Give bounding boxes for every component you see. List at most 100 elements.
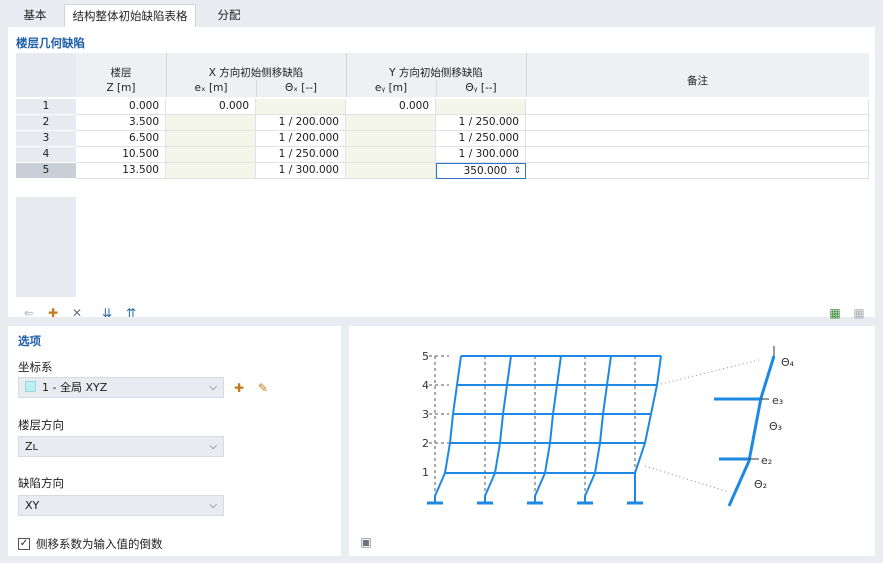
level-label-3: 3: [422, 408, 429, 421]
cell-z[interactable]: 13.500: [76, 163, 166, 179]
coord-color-swatch: [25, 381, 36, 392]
cell-z[interactable]: 3.500: [76, 115, 166, 131]
section-title: 楼层几何缺陷: [16, 36, 85, 50]
e3-label: e₃: [772, 394, 783, 407]
imperfection-direction-label: 缺陷方向: [18, 476, 64, 490]
cell-note[interactable]: [526, 115, 869, 131]
level-label-2: 2: [422, 437, 429, 450]
options-panel: 选项 坐标系 1 - 全局 XYZ ⌵ ✚ ✎ 楼层方向 Zʟ ⌵ 缺陷方向 X…: [8, 326, 341, 556]
theta4-label: Θ₄: [781, 356, 795, 369]
cell-thetax[interactable]: 1 / 300.000: [256, 163, 346, 179]
row-number[interactable]: 3: [16, 131, 76, 147]
row-header-blank: [16, 197, 76, 297]
cell-thetay[interactable]: 1 / 250.000: [436, 131, 526, 147]
reciprocal-checkbox[interactable]: ✓: [18, 538, 30, 550]
frame-structure: [434, 355, 662, 502]
cell-ex[interactable]: [166, 163, 256, 179]
row-number[interactable]: 2: [16, 115, 76, 131]
cell-z-value: 10.500: [122, 148, 159, 160]
cell-note[interactable]: [526, 163, 869, 179]
cell-ex[interactable]: [166, 147, 256, 163]
import-excel-icon[interactable]: ▦: [848, 303, 870, 323]
col-ex-header: eₓ [m]: [194, 82, 228, 94]
cell-ey[interactable]: [346, 131, 436, 147]
spinner-icon[interactable]: ⇕: [513, 164, 521, 179]
cell-ey-value: 0.000: [398, 100, 429, 112]
col-thetay-header: Θᵧ [--]: [465, 82, 497, 94]
view-settings-icon[interactable]: ▣: [355, 531, 377, 552]
cell-ex[interactable]: [166, 115, 256, 131]
imperfection-diagram: 5 4 3 2 1 Θ₄ e₃ Θ₃ e₂ Θ₂: [422, 346, 795, 507]
col-z-header: Z [m]: [106, 82, 136, 94]
imperfection-direction-select[interactable]: XY ⌵: [18, 495, 224, 516]
level-labels: 5 4 3 2 1: [422, 350, 429, 479]
coord-system-value: 1 - 全局 XYZ: [42, 381, 108, 394]
row-number[interactable]: 5: [16, 163, 76, 179]
remove-row-icon[interactable]: ⇐: [18, 303, 40, 323]
cell-thetax[interactable]: [256, 99, 346, 115]
cell-thetay[interactable]: 1 / 300.000: [436, 147, 526, 163]
cell-thetax-value: 1 / 200.000: [278, 132, 339, 144]
cell-thetax-value: 1 / 300.000: [278, 164, 339, 176]
tab-assignment[interactable]: 分配: [200, 4, 258, 27]
row-number[interactable]: 4: [16, 147, 76, 163]
cell-ey[interactable]: [346, 163, 436, 179]
cell-thetax[interactable]: 1 / 250.000: [256, 147, 346, 163]
chevron-down-icon: ⌵: [209, 382, 217, 393]
cell-thetay[interactable]: 1 / 250.000: [436, 115, 526, 131]
cell-thetay[interactable]: [436, 99, 526, 115]
col-note-header: 备注: [687, 75, 708, 87]
cell-thetax[interactable]: 1 / 200.000: [256, 115, 346, 131]
cell-thetax-value: 1 / 250.000: [278, 148, 339, 160]
sort-ascending-icon[interactable]: ⇊: [96, 303, 118, 323]
cell-z-value: 0.000: [128, 100, 159, 112]
chevron-down-icon: ⌵: [209, 500, 217, 511]
cell-thetay-value: 1 / 250.000: [458, 132, 519, 144]
cell-ey[interactable]: [346, 115, 436, 131]
e2-label: e₂: [761, 454, 772, 467]
cell-z[interactable]: 10.500: [76, 147, 166, 163]
cell-ey[interactable]: 0.000: [346, 99, 436, 115]
col-thetax-header: Θₓ [--]: [284, 82, 318, 94]
col-x-group-header: X 方向初始侧移缺陷: [208, 67, 304, 79]
tab-imperfection-table[interactable]: 结构整体初始缺陷表格: [64, 4, 196, 27]
cell-ey[interactable]: [346, 147, 436, 163]
cell-thetay[interactable]: 350.000 ⇕: [436, 163, 526, 179]
level-label-5: 5: [422, 350, 429, 363]
cell-thetay-value: 1 / 250.000: [458, 116, 519, 128]
cell-z-value: 6.500: [128, 132, 159, 144]
tab-bar: 基本 结构整体初始缺陷表格 分配: [0, 0, 883, 27]
theta3-label: Θ₃: [769, 420, 782, 433]
level-label-1: 1: [422, 466, 429, 479]
story-direction-label: 楼层方向: [18, 418, 64, 432]
cell-thetax-value: 1 / 200.000: [278, 116, 339, 128]
imperfection-direction-value: XY: [25, 499, 40, 512]
cell-z[interactable]: 6.500: [76, 131, 166, 147]
cell-thetax[interactable]: 1 / 200.000: [256, 131, 346, 147]
coord-system-select[interactable]: 1 - 全局 XYZ ⌵: [18, 377, 224, 398]
options-title: 选项: [18, 334, 41, 348]
cell-ex[interactable]: 0.000: [166, 99, 256, 115]
new-coord-system-icon[interactable]: ✚: [228, 377, 250, 398]
cell-z[interactable]: 0.000: [76, 99, 166, 115]
row-number[interactable]: 1: [16, 99, 76, 115]
insert-row-icon[interactable]: ✚: [42, 303, 64, 323]
cell-ex[interactable]: [166, 131, 256, 147]
delete-icon[interactable]: ✕: [66, 303, 88, 323]
reciprocal-checkbox-label: 侧移系数为输入值的倒数: [36, 537, 163, 551]
edit-coord-system-icon[interactable]: ✎: [252, 377, 274, 398]
story-direction-select[interactable]: Zʟ ⌵: [18, 436, 224, 457]
cell-note[interactable]: [526, 99, 869, 115]
cell-note[interactable]: [526, 131, 869, 147]
cell-z-value: 13.500: [122, 164, 159, 176]
col-y-group-header: Y 方向初始侧移缺陷: [389, 67, 483, 79]
cell-z-value: 3.500: [128, 116, 159, 128]
level-label-4: 4: [422, 379, 429, 392]
chevron-down-icon: ⌵: [209, 441, 217, 452]
cell-note[interactable]: [526, 147, 869, 163]
zoomed-labels: Θ₄ e₃ Θ₃ e₂ Θ₂: [754, 356, 795, 491]
coord-system-label: 坐标系: [18, 360, 53, 374]
export-excel-icon[interactable]: ▦: [824, 303, 846, 323]
tab-basic[interactable]: 基本: [10, 4, 60, 27]
sort-descending-icon[interactable]: ⇈: [120, 303, 142, 323]
